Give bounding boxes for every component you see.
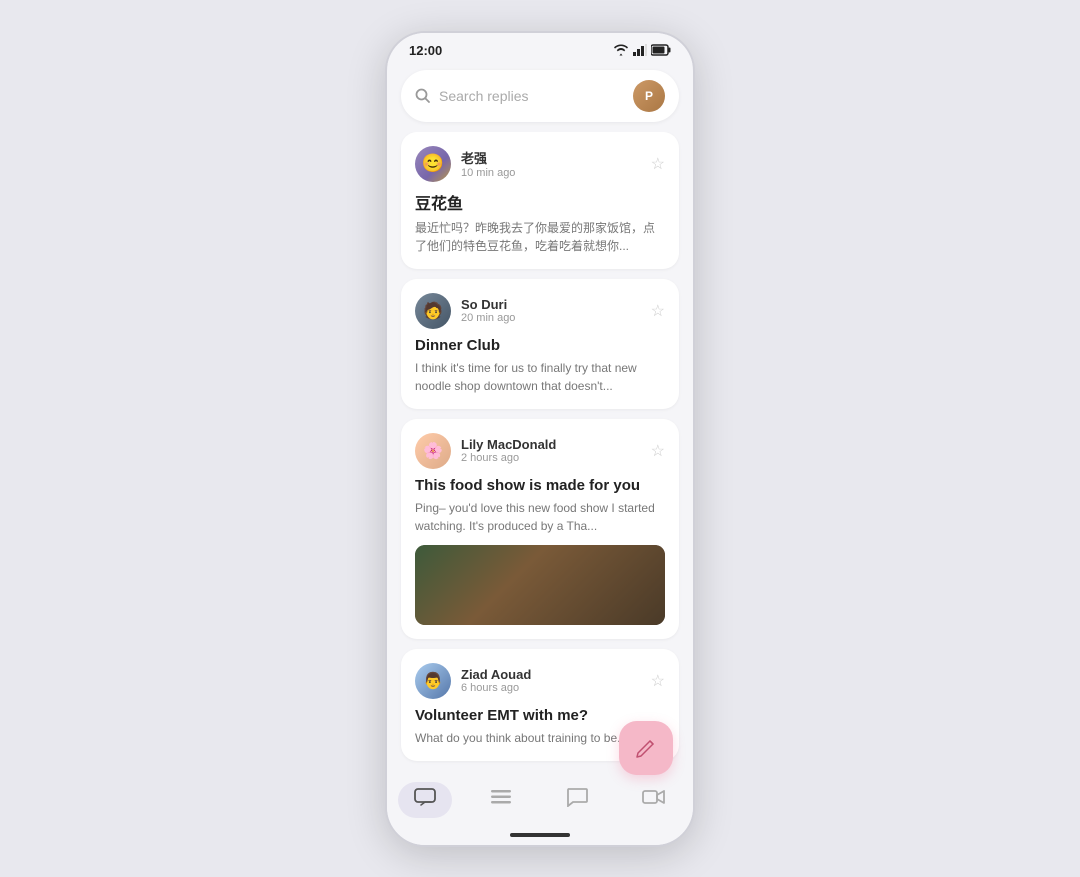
nav-item-video[interactable] bbox=[626, 782, 682, 818]
video-icon bbox=[642, 788, 666, 812]
star-button-2[interactable]: ☆ bbox=[651, 301, 665, 321]
bottom-nav bbox=[387, 771, 693, 825]
signal-icon bbox=[633, 44, 647, 56]
star-button-3[interactable]: ☆ bbox=[651, 441, 665, 461]
chat-icon bbox=[414, 788, 436, 812]
message-preview-2: I think it's time for us to finally try … bbox=[415, 359, 665, 395]
search-icon bbox=[415, 88, 431, 104]
sender-name-2: So Duri bbox=[461, 297, 515, 312]
phone-frame: 12:00 bbox=[385, 31, 695, 847]
card-header-4: 👨 Ziad Aouad 6 hours ago ☆ bbox=[415, 663, 665, 699]
message-card-3[interactable]: 🌸 Lily MacDonald 2 hours ago ☆ This food… bbox=[401, 419, 679, 639]
nav-item-chat[interactable] bbox=[398, 782, 452, 818]
menu-icon bbox=[490, 788, 512, 812]
message-title-2: Dinner Club bbox=[415, 337, 665, 354]
home-indicator bbox=[387, 825, 693, 845]
food-show-svg bbox=[415, 545, 665, 625]
message-preview-1: 最近忙吗？昨晚我去了你最爱的那家饭馆，点了他们的特色豆花鱼，吃着吃着就想你... bbox=[415, 219, 665, 255]
avatar-3: 🌸 bbox=[415, 433, 451, 469]
status-time: 12:00 bbox=[409, 43, 442, 58]
avatar-2: 🧑 bbox=[415, 293, 451, 329]
sender-time-2: 20 min ago bbox=[461, 312, 515, 324]
message-card-2[interactable]: 🧑 So Duri 20 min ago ☆ Dinner Club I thi… bbox=[401, 279, 679, 409]
star-button-1[interactable]: ☆ bbox=[651, 154, 665, 174]
message-icon bbox=[566, 787, 588, 813]
food-show-thumbnail bbox=[415, 545, 665, 625]
card-header-1: 😊 老强 10 min ago ☆ bbox=[415, 146, 665, 182]
search-bar[interactable]: Search replies P bbox=[401, 70, 679, 122]
user-avatar: P bbox=[633, 80, 665, 112]
compose-icon bbox=[635, 737, 657, 759]
sender-name-1: 老强 bbox=[461, 148, 515, 167]
card-header-2: 🧑 So Duri 20 min ago ☆ bbox=[415, 293, 665, 329]
sender-time-1: 10 min ago bbox=[461, 167, 515, 179]
sender-name-3: Lily MacDonald bbox=[461, 437, 556, 452]
sender-name-4: Ziad Aouad bbox=[461, 667, 531, 682]
message-title-4: Volunteer EMT with me? bbox=[415, 707, 665, 724]
star-button-4[interactable]: ☆ bbox=[651, 671, 665, 691]
message-card-1[interactable]: 😊 老强 10 min ago ☆ 豆花鱼 最近忙吗？昨晚我去了你最爱的那家饭馆… bbox=[401, 132, 679, 269]
status-icons bbox=[613, 44, 671, 56]
battery-icon bbox=[651, 44, 671, 56]
wifi-icon bbox=[613, 44, 629, 56]
card-header-3: 🌸 Lily MacDonald 2 hours ago ☆ bbox=[415, 433, 665, 469]
home-bar bbox=[510, 833, 570, 837]
sender-time-3: 2 hours ago bbox=[461, 452, 556, 464]
message-title-3: This food show is made for you bbox=[415, 477, 665, 494]
message-preview-3: Ping– you'd love this new food show I st… bbox=[415, 499, 665, 535]
status-bar: 12:00 bbox=[387, 33, 693, 64]
message-list: 😊 老强 10 min ago ☆ 豆花鱼 最近忙吗？昨晚我去了你最爱的那家饭馆… bbox=[387, 132, 693, 771]
message-title-1: 豆花鱼 bbox=[415, 190, 665, 214]
sender-time-4: 6 hours ago bbox=[461, 682, 531, 694]
nav-item-message[interactable] bbox=[550, 781, 604, 819]
fab-compose-button[interactable] bbox=[619, 721, 673, 775]
avatar-4: 👨 bbox=[415, 663, 451, 699]
search-input[interactable]: Search replies bbox=[439, 88, 625, 104]
nav-item-menu[interactable] bbox=[474, 782, 528, 818]
message-image-3 bbox=[415, 545, 665, 625]
avatar-1: 😊 bbox=[415, 146, 451, 182]
